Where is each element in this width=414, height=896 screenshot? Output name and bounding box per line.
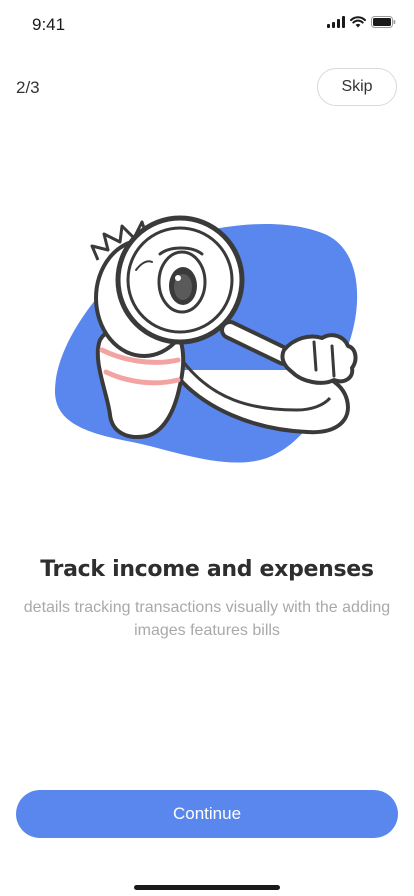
home-indicator [134, 885, 280, 890]
status-icons [327, 16, 396, 28]
wifi-icon [350, 16, 366, 28]
continue-button[interactable]: Continue [16, 790, 398, 838]
skip-button[interactable]: Skip [317, 68, 397, 106]
page-indicator: 2/3 [16, 78, 40, 97]
onboarding-illustration [52, 210, 362, 470]
person-magnifier-icon [54, 215, 358, 463]
battery-icon [371, 16, 396, 28]
onboarding-title: Track income and expenses [40, 557, 374, 582]
onboarding-subtitle: details tracking transactions visually w… [23, 599, 391, 639]
status-time: 9:41 [32, 15, 66, 34]
signal-icon [327, 16, 345, 28]
status-bar: 9:41 [0, 0, 414, 48]
